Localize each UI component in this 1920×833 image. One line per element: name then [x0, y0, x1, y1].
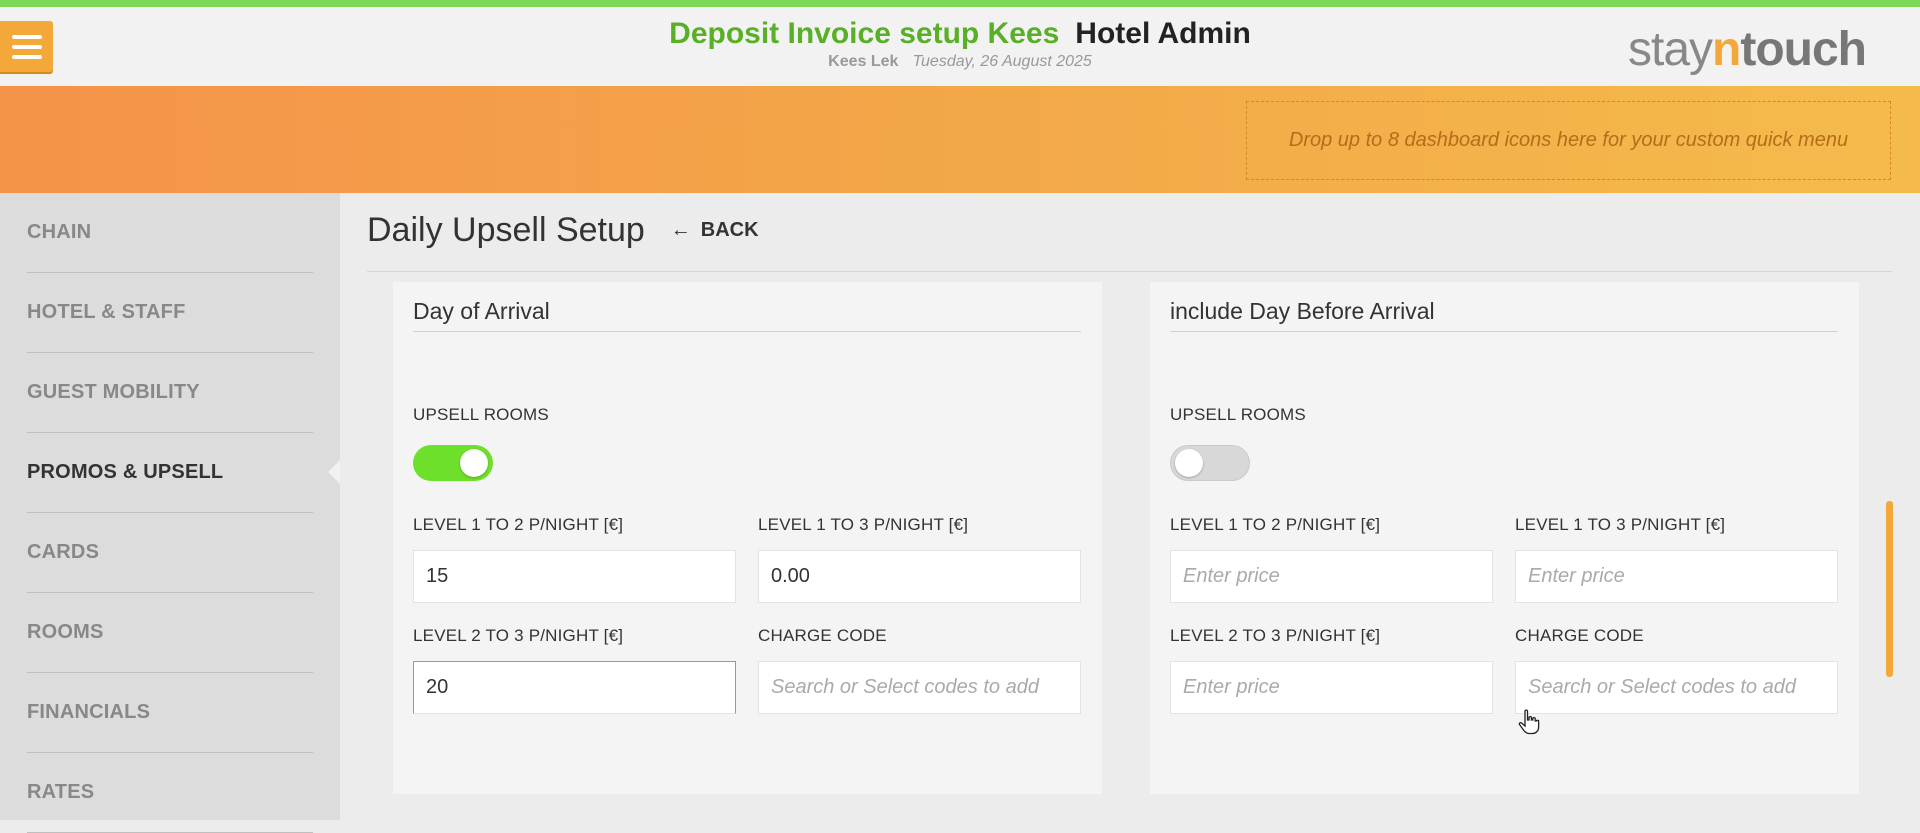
arrow-left-icon: ←	[670, 219, 691, 241]
user-name: Kees Lek	[828, 53, 899, 70]
quick-menu-dropzone[interactable]: Drop up to 8 dashboard icons here for yo…	[1246, 101, 1891, 180]
sidebar-item-rates[interactable]: RATES	[27, 753, 313, 833]
panel-title: include Day Before Arrival	[1170, 298, 1838, 332]
sidebar-item-cards[interactable]: CARDS	[27, 513, 313, 593]
stayntouch-logo: stayntouch	[1628, 23, 1867, 76]
panel-day-before-arrival: include Day Before Arrival UPSELL ROOMS …	[1150, 282, 1859, 794]
top-accent-stripe	[0, 0, 1920, 7]
level-2-3-price-input[interactable]	[1170, 661, 1493, 714]
level-1-2-label: LEVEL 1 TO 2 P/NIGHT [€]	[413, 515, 624, 534]
hand-pointer-cursor-icon	[1518, 709, 1540, 735]
admin-sidebar: CHAIN HOTEL & STAFF GUEST MOBILITY PROMO…	[0, 193, 342, 833]
sidebar-item-hotel-staff[interactable]: HOTEL & STAFF	[27, 273, 313, 353]
level-1-3-price-input[interactable]	[758, 550, 1081, 603]
toggle-knob	[1175, 449, 1203, 477]
charge-code-label: CHARGE CODE	[1515, 626, 1644, 645]
back-label: BACK	[700, 219, 759, 241]
level-1-3-label: LEVEL 1 TO 3 P/NIGHT [€]	[758, 515, 969, 534]
sidebar-item-financials[interactable]: FINANCIALS	[27, 673, 313, 753]
header-divider	[367, 271, 1892, 272]
vertical-scrollbar[interactable]	[1886, 501, 1893, 677]
header-date: Tuesday, 26 August 2025	[912, 53, 1092, 70]
section-title: Hotel Admin	[1075, 17, 1251, 50]
quick-menu-band: Drop up to 8 dashboard icons here for yo…	[0, 86, 1920, 193]
level-1-3-label: LEVEL 1 TO 3 P/NIGHT [€]	[1515, 515, 1726, 534]
level-2-3-price-input[interactable]	[413, 661, 736, 714]
sidebar-item-chain[interactable]: CHAIN	[27, 193, 313, 273]
toggle-knob	[460, 449, 488, 477]
upsell-rooms-toggle[interactable]	[1170, 445, 1250, 481]
level-1-2-price-input[interactable]	[413, 550, 736, 603]
sidebar-item-promos-upsell[interactable]: PROMOS & UPSELL	[27, 433, 313, 513]
main-content: Daily Upsell Setup ← BACK Day of Arrival…	[340, 193, 1920, 820]
panel-title: Day of Arrival	[413, 298, 1081, 332]
upsell-rooms-label: UPSELL ROOMS	[413, 405, 549, 424]
charge-code-search-input[interactable]	[1515, 661, 1838, 714]
back-button[interactable]: ← BACK	[671, 219, 759, 242]
level-1-2-price-input[interactable]	[1170, 550, 1493, 603]
upsell-rooms-toggle[interactable]	[413, 445, 493, 481]
sidebar-item-guest-mobility[interactable]: GUEST MOBILITY	[27, 353, 313, 433]
level-1-3-price-input[interactable]	[1515, 550, 1838, 603]
app-title: Deposit Invoice setup Kees	[669, 17, 1060, 50]
page-title: Daily Upsell Setup	[367, 211, 645, 249]
app-header: Deposit Invoice setup Kees Hotel Admin Ke…	[0, 7, 1920, 86]
charge-code-label: CHARGE CODE	[758, 626, 887, 645]
level-1-2-label: LEVEL 1 TO 2 P/NIGHT [€]	[1170, 515, 1381, 534]
upsell-rooms-label: UPSELL ROOMS	[1170, 405, 1306, 424]
level-2-3-label: LEVEL 2 TO 3 P/NIGHT [€]	[1170, 626, 1381, 645]
charge-code-search-input[interactable]	[758, 661, 1081, 714]
level-2-3-label: LEVEL 2 TO 3 P/NIGHT [€]	[413, 626, 624, 645]
panel-day-of-arrival: Day of Arrival UPSELL ROOMS LEVEL 1 TO 2…	[393, 282, 1102, 794]
sidebar-item-rooms[interactable]: ROOMS	[27, 593, 313, 673]
